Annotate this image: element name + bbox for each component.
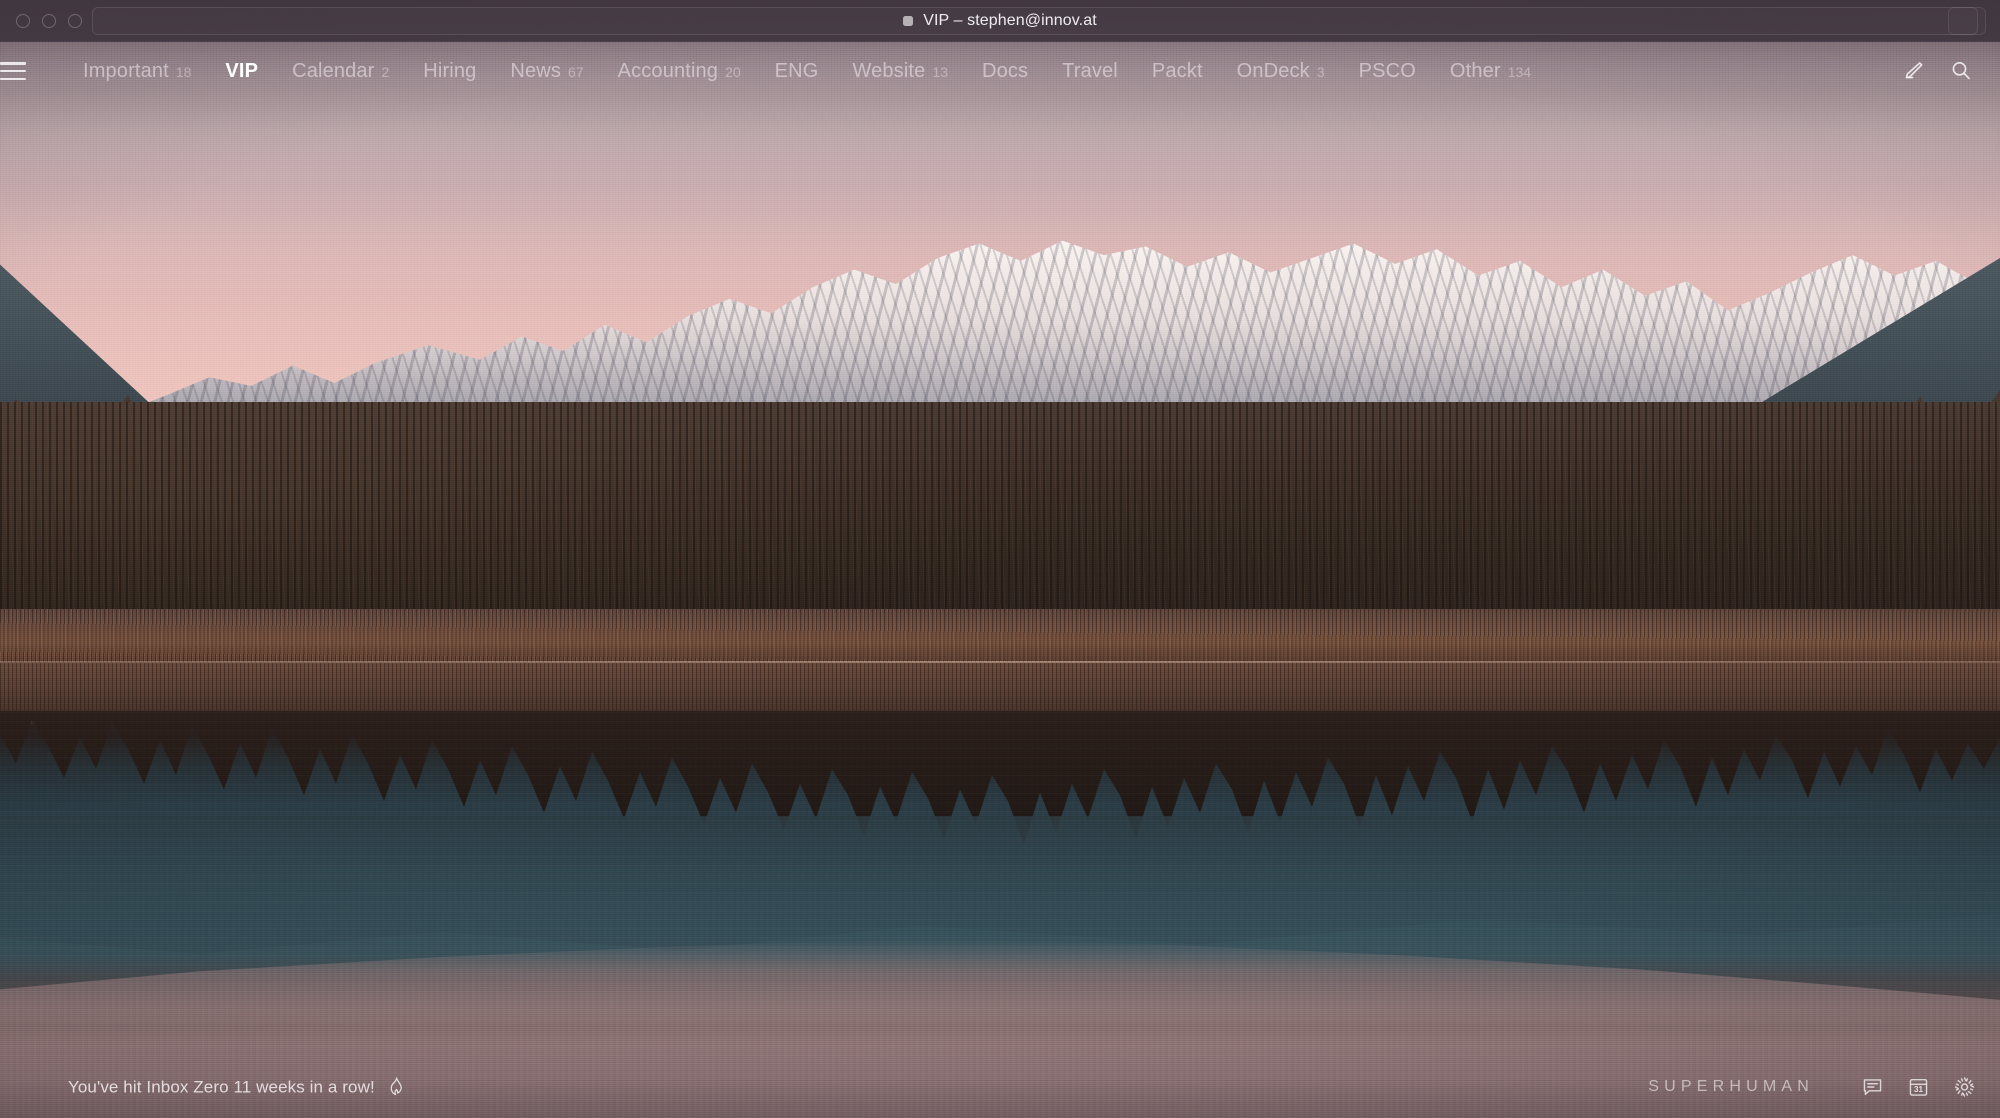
split-tab-count: 2 [381, 64, 390, 80]
split-tab-ondeck[interactable]: OnDeck 3 [1220, 42, 1342, 100]
split-tab-label: OnDeck [1236, 60, 1310, 82]
wallpaper-photo [0, 0, 2000, 1118]
split-tab-news[interactable]: News 67 [493, 42, 600, 100]
split-tab-count: 134 [1507, 64, 1532, 80]
split-tab-label: Important [83, 60, 169, 82]
close-button[interactable] [16, 14, 30, 28]
split-tab-label: News [510, 60, 562, 82]
split-tab-important[interactable]: Important 18 [66, 42, 208, 100]
compose-pencil-icon[interactable] [1900, 58, 1926, 84]
calendar-icon[interactable]: 31 [1907, 1076, 1930, 1099]
split-tab-calendar[interactable]: Calendar 2 [275, 42, 406, 100]
split-tab-count: 20 [725, 64, 741, 80]
split-tab-other[interactable]: Other 134 [1433, 42, 1548, 100]
split-tab-label: Travel [1062, 60, 1118, 82]
split-tab-website[interactable]: Website 13 [835, 42, 965, 100]
split-tab-count: 18 [175, 64, 192, 80]
split-tab-label: VIP [225, 60, 259, 82]
reed-texture [0, 609, 2000, 663]
split-tab-count: 3 [1316, 64, 1325, 80]
status-bar: You've hit Inbox Zero 11 weeks in a row!… [0, 1056, 2000, 1118]
water-vertical-streaks [0, 662, 2000, 1118]
split-tab-label: Hiring [423, 60, 477, 82]
split-tab-label: Accounting [617, 60, 719, 82]
superhuman-app-window: VIP – stephen@innov.at Important 18 VIP Cal… [0, 0, 2000, 1118]
split-tab-psco[interactable]: PSCO [1342, 42, 1433, 100]
zoom-button[interactable] [68, 14, 82, 28]
split-tab-label: Docs [981, 60, 1029, 82]
split-tab-label: Packt [1151, 60, 1203, 82]
minimize-button[interactable] [42, 14, 56, 28]
split-tab-vip[interactable]: VIP [208, 42, 275, 100]
split-tab-label: PSCO [1358, 60, 1416, 82]
inbox-zero-status: You've hit Inbox Zero 11 weeks in a row! [68, 1077, 406, 1098]
window-titlebar: VIP – stephen@innov.at [0, 0, 2000, 42]
split-tab-docs[interactable]: Docs [965, 42, 1045, 100]
split-tab-label: Calendar [292, 60, 375, 82]
browser-tabstrip[interactable] [92, 7, 1978, 35]
split-tabs-list: Important 18 VIP Calendar 2 Hiring News 67 Accou… [66, 42, 1548, 100]
traffic-light-group [16, 14, 82, 28]
nav-action-group [1900, 58, 1974, 84]
split-tab-count: 13 [932, 64, 948, 80]
split-tab-count: 67 [568, 64, 584, 80]
superhuman-wordmark: SUPERHUMAN [1648, 1078, 1814, 1095]
status-bar-icons: 31 [1861, 1076, 1976, 1099]
split-navigation-bar: Important 18 VIP Calendar 2 Hiring News 67 Accou… [0, 42, 2000, 100]
split-tab-label: Other [1449, 60, 1501, 82]
split-tab-travel[interactable]: Travel [1045, 42, 1135, 100]
split-tab-hiring[interactable]: Hiring [406, 42, 493, 100]
split-tab-label: Website [852, 60, 926, 82]
split-tab-accounting[interactable]: Accounting 20 [601, 42, 758, 100]
forest-texture [0, 402, 2000, 643]
flame-icon [387, 1077, 406, 1098]
gear-icon[interactable] [1953, 1076, 1976, 1099]
hamburger-menu-icon[interactable] [0, 62, 30, 80]
split-tab-eng[interactable]: ENG [758, 42, 836, 100]
split-tab-label: ENG [774, 60, 819, 82]
search-icon[interactable] [1948, 58, 1974, 84]
tabstrip-overflow-button[interactable] [1948, 7, 1986, 35]
calendar-day-number: 31 [1914, 1085, 1924, 1094]
inbox-zero-message: You've hit Inbox Zero 11 weeks in a row! [68, 1077, 375, 1096]
chat-bubble-icon[interactable] [1861, 1076, 1884, 1099]
split-tab-packt[interactable]: Packt [1135, 42, 1220, 100]
